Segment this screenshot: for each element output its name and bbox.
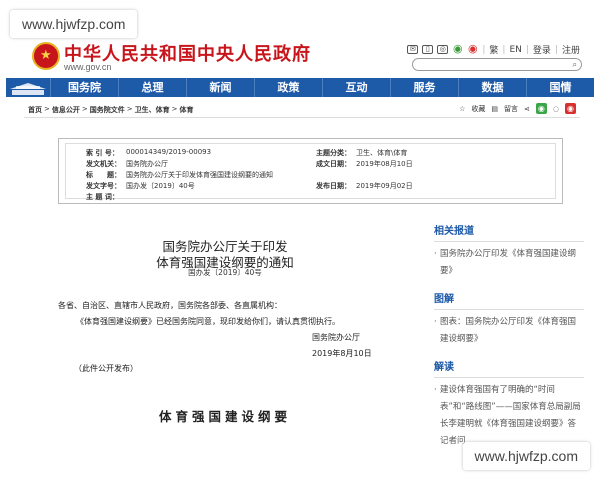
meta-row: 索 引 号： 000014349/2019-00093 主题分类： 卫生、体育\…: [86, 148, 476, 158]
doc-number: 国办发〔2019〕40号: [188, 268, 262, 277]
share-icon[interactable]: ⋖: [524, 105, 530, 113]
mail-icon[interactable]: ✉: [407, 45, 419, 54]
outline-title: 体育强国建设纲要: [158, 409, 291, 424]
login-link[interactable]: 登录: [533, 43, 551, 56]
breadcrumb: 首页 > 信息公开 > 国务院文件 > 卫生、体育 > 体育: [28, 105, 194, 115]
meta-title: 国务院办公厅关于印发体育强国建设纲要的通知: [126, 171, 273, 179]
national-emblem-icon: [32, 42, 60, 70]
meta-publish-date: 2019年09月02日: [356, 182, 413, 190]
nav-news[interactable]: 新闻: [186, 78, 254, 97]
page-tools: ☆ 收藏 ▤ 留言 ⋖ ◉ ◌ ◉: [459, 103, 576, 114]
site-url: www.gov.cn: [64, 62, 112, 72]
wechat-icon[interactable]: ◉: [452, 43, 463, 54]
doc-signature: 国务院办公厅: [312, 333, 360, 342]
weibo-plain-icon[interactable]: ◌: [553, 105, 559, 113]
nav-state-council[interactable]: 国务院: [50, 78, 118, 97]
doc-date: 2019年8月10日: [312, 349, 372, 358]
weibo-share-icon[interactable]: ◉: [565, 103, 576, 114]
search-input[interactable]: ⌕: [412, 58, 582, 71]
explain-heading: 解读: [434, 358, 584, 378]
english-link[interactable]: EN: [509, 45, 521, 55]
sidebar: 相关报道 国务院办公厅印发《体育强国建设纲要》 图解 图表：国务院办公厅印发《体…: [434, 222, 584, 460]
doc-body: 《体育强国建设纲要》已经国务院同意，现印发给你们，请认真贯彻执行。: [76, 317, 340, 326]
nav-services[interactable]: 服务: [390, 78, 458, 97]
nav-data[interactable]: 数据: [458, 78, 526, 97]
nav-premier[interactable]: 总理: [118, 78, 186, 97]
breadcrumb-info[interactable]: 信息公开: [52, 105, 80, 115]
nav-national-info[interactable]: 国情: [526, 78, 594, 97]
main-nav: 国务院 总理 新闻 政策 互动 服务 数据 国情: [6, 78, 594, 97]
nav-policy[interactable]: 政策: [254, 78, 322, 97]
wechat-share-icon[interactable]: ◉: [535, 103, 547, 114]
breadcrumb-bar: 首页 > 信息公开 > 国务院文件 > 卫生、体育 > 体育 ☆ 收藏 ▤ 留言 ⋖ ◉…: [24, 100, 580, 118]
document-body: 国务院办公厅关于印发 体育强国建设纲要的通知 国办发〔2019〕40号 各省、自…: [30, 216, 420, 446]
search-icon[interactable]: ⌕: [573, 60, 577, 70]
favorite-link[interactable]: 收藏: [471, 104, 485, 114]
app-icon[interactable]: ◎: [437, 45, 449, 54]
breadcrumb-docs[interactable]: 国务院文件: [90, 105, 125, 115]
register-link[interactable]: 注册: [562, 43, 580, 56]
meta-written-date: 2019年08月10日: [356, 160, 413, 168]
document-metadata: 索 引 号： 000014349/2019-00093 主题分类： 卫生、体育\…: [58, 138, 563, 204]
mobile-icon[interactable]: ▯: [422, 45, 434, 54]
message-link[interactable]: 留言: [504, 104, 518, 114]
meta-issuer: 国务院办公厅: [126, 160, 168, 168]
breadcrumb-sports[interactable]: 体育: [180, 105, 194, 115]
graphic-heading: 图解: [434, 290, 584, 310]
favorite-icon[interactable]: ☆: [459, 105, 465, 113]
meta-keywords: [126, 192, 316, 202]
meta-category: 卫生、体育\体育: [356, 149, 408, 157]
meta-row: 标 题： 国务院办公厅关于印发体育强国建设纲要的通知: [86, 170, 426, 180]
doc-recipients: 各省、自治区、直辖市人民政府，国务院各部委、各直属机构：: [58, 301, 282, 310]
header-tools: ✉ ▯ ◎ ◉ ◉ | 繁 | EN | 登录 | 注册: [407, 43, 580, 56]
breadcrumb-home[interactable]: 首页: [28, 105, 42, 115]
related-heading: 相关报道: [434, 222, 584, 242]
watermark-top: www.hjwfzp.com: [10, 10, 138, 38]
related-link[interactable]: 国务院办公厅印发《体育强国建设纲要》: [434, 246, 584, 280]
doc-note: （此件公开发布）: [74, 364, 138, 373]
print-icon[interactable]: ▤: [491, 105, 498, 113]
traditional-link[interactable]: 繁: [489, 43, 498, 56]
weibo-icon[interactable]: ◉: [467, 43, 478, 54]
explain-link[interactable]: 建设体育强国有了明确的“时间表”和“路线图”——国家体育总局副局长李建明就《体育…: [434, 382, 584, 450]
meta-row: 发文字号： 国办发〔2019〕40号 发布日期： 2019年09月02日: [86, 181, 476, 191]
meta-doc-number: 国办发〔2019〕40号: [126, 182, 195, 190]
meta-row: 发文机关： 国务院办公厅 成文日期： 2019年08月10日: [86, 159, 476, 169]
watermark-bottom: www.hjwfzp.com: [462, 442, 590, 470]
nav-interaction[interactable]: 互动: [322, 78, 390, 97]
tiananmen-logo-icon[interactable]: [6, 78, 50, 97]
meta-row: 主 题 词：: [86, 192, 316, 202]
meta-index: 000014349/2019-00093: [126, 148, 212, 156]
breadcrumb-health-sports[interactable]: 卫生、体育: [135, 105, 170, 115]
graphic-link[interactable]: 图表：国务院办公厅印发《体育强国建设纲要》: [434, 314, 584, 348]
